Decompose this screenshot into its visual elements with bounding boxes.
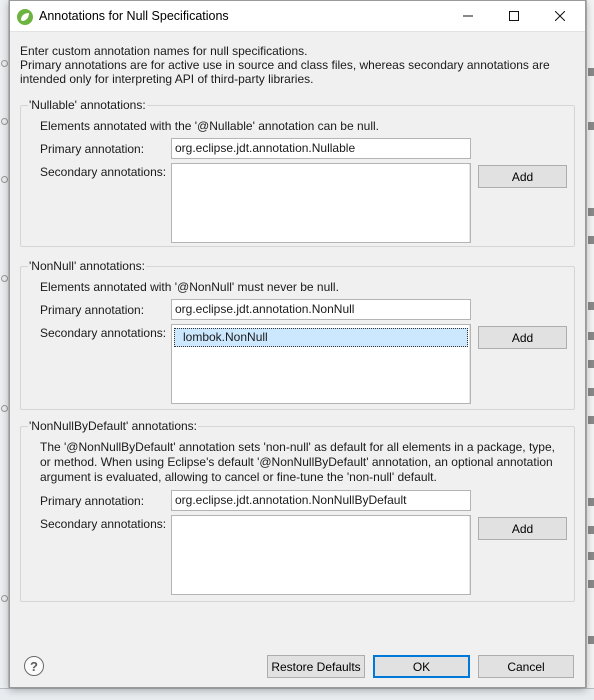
minimize-icon — [463, 15, 473, 17]
group-title: 'NonNullByDefault' annotations: — [28, 419, 199, 433]
intro-line: intended only for interpreting API of th… — [20, 72, 314, 86]
collapse-icon — [1, 176, 8, 183]
group-description: The '@NonNullByDefault' annotation sets … — [40, 440, 580, 485]
null-annotations-dialog: Annotations for Null Specifications Ente… — [9, 0, 586, 688]
minimize-button[interactable] — [445, 1, 491, 31]
background-window-right-edge — [586, 0, 594, 700]
collapse-icon — [1, 60, 8, 67]
secondary-annotations-label: Secondary annotations: — [40, 165, 167, 179]
nullable-add-button[interactable]: Add — [478, 165, 567, 188]
description-line: argument is evaluated, allowing to cance… — [40, 470, 437, 484]
secondary-annotations-label: Secondary annotations: — [40, 326, 167, 340]
nonnullbydefault-add-button[interactable]: Add — [478, 517, 567, 540]
title-bar[interactable]: Annotations for Null Specifications — [10, 1, 585, 32]
list-item[interactable]: lombok.NonNull — [174, 328, 468, 347]
help-icon[interactable]: ? — [24, 656, 44, 676]
restore-defaults-button[interactable]: Restore Defaults — [267, 655, 365, 678]
background-window-bottom-edge — [0, 688, 594, 700]
scrollbar[interactable] — [469, 164, 470, 242]
scrollbar[interactable] — [469, 325, 470, 403]
collapse-icon — [1, 595, 8, 602]
group-description: Elements annotated with the '@Nullable' … — [40, 119, 580, 134]
primary-annotation-label: Primary annotation: — [40, 142, 145, 156]
scrollbar[interactable] — [469, 516, 470, 594]
collapse-icon — [1, 275, 8, 282]
group-description: Elements annotated with '@NonNull' must … — [40, 280, 580, 295]
description-line: The '@NonNullByDefault' annotation sets … — [40, 440, 555, 454]
close-button[interactable] — [537, 1, 583, 31]
nonnull-primary-annotation-input[interactable]: org.eclipse.jdt.annotation.NonNull — [171, 299, 471, 320]
secondary-annotations-label: Secondary annotations: — [40, 517, 167, 531]
nullable-secondary-annotations-list[interactable] — [171, 163, 471, 243]
group-title: 'Nullable' annotations: — [28, 98, 147, 112]
dialog-title: Annotations for Null Specifications — [39, 9, 229, 23]
group-title: 'NonNull' annotations: — [28, 259, 146, 273]
collapse-icon — [1, 405, 8, 412]
nullable-primary-annotation-input[interactable]: org.eclipse.jdt.annotation.Nullable — [171, 138, 471, 159]
description-line: Elements annotated with '@NonNull' must … — [40, 280, 339, 294]
nonnull-secondary-annotations-list[interactable]: lombok.NonNull — [171, 324, 471, 404]
primary-annotation-label: Primary annotation: — [40, 494, 145, 508]
collapse-icon — [1, 118, 8, 125]
maximize-button[interactable] — [491, 1, 537, 31]
description-line: or method. When using Eclipse's default … — [40, 455, 553, 469]
nullable-annotations-group: 'Nullable' annotations: Elements annotat… — [20, 98, 575, 247]
cancel-button[interactable]: Cancel — [478, 655, 574, 678]
background-window-left-edge — [0, 0, 9, 700]
nonnull-add-button[interactable]: Add — [478, 326, 567, 349]
intro-line: Enter custom annotation names for null s… — [20, 44, 308, 58]
ok-button[interactable]: OK — [373, 655, 470, 678]
primary-annotation-label: Primary annotation: — [40, 303, 145, 317]
maximize-icon — [509, 11, 519, 21]
description-line: Elements annotated with the '@Nullable' … — [40, 119, 379, 133]
eclipse-spring-leaf-icon — [17, 9, 33, 25]
nonnull-annotations-group: 'NonNull' annotations: Elements annotate… — [20, 259, 575, 410]
nonnullbydefault-primary-annotation-input[interactable]: org.eclipse.jdt.annotation.NonNullByDefa… — [171, 490, 471, 511]
nonnullbydefault-annotations-group: 'NonNullByDefault' annotations: The '@No… — [20, 419, 575, 602]
dialog-intro-text: Enter custom annotation names for null s… — [20, 44, 580, 86]
close-icon — [555, 11, 565, 21]
nonnullbydefault-secondary-annotations-list[interactable] — [171, 515, 471, 595]
intro-line: Primary annotations are for active use i… — [20, 58, 550, 72]
